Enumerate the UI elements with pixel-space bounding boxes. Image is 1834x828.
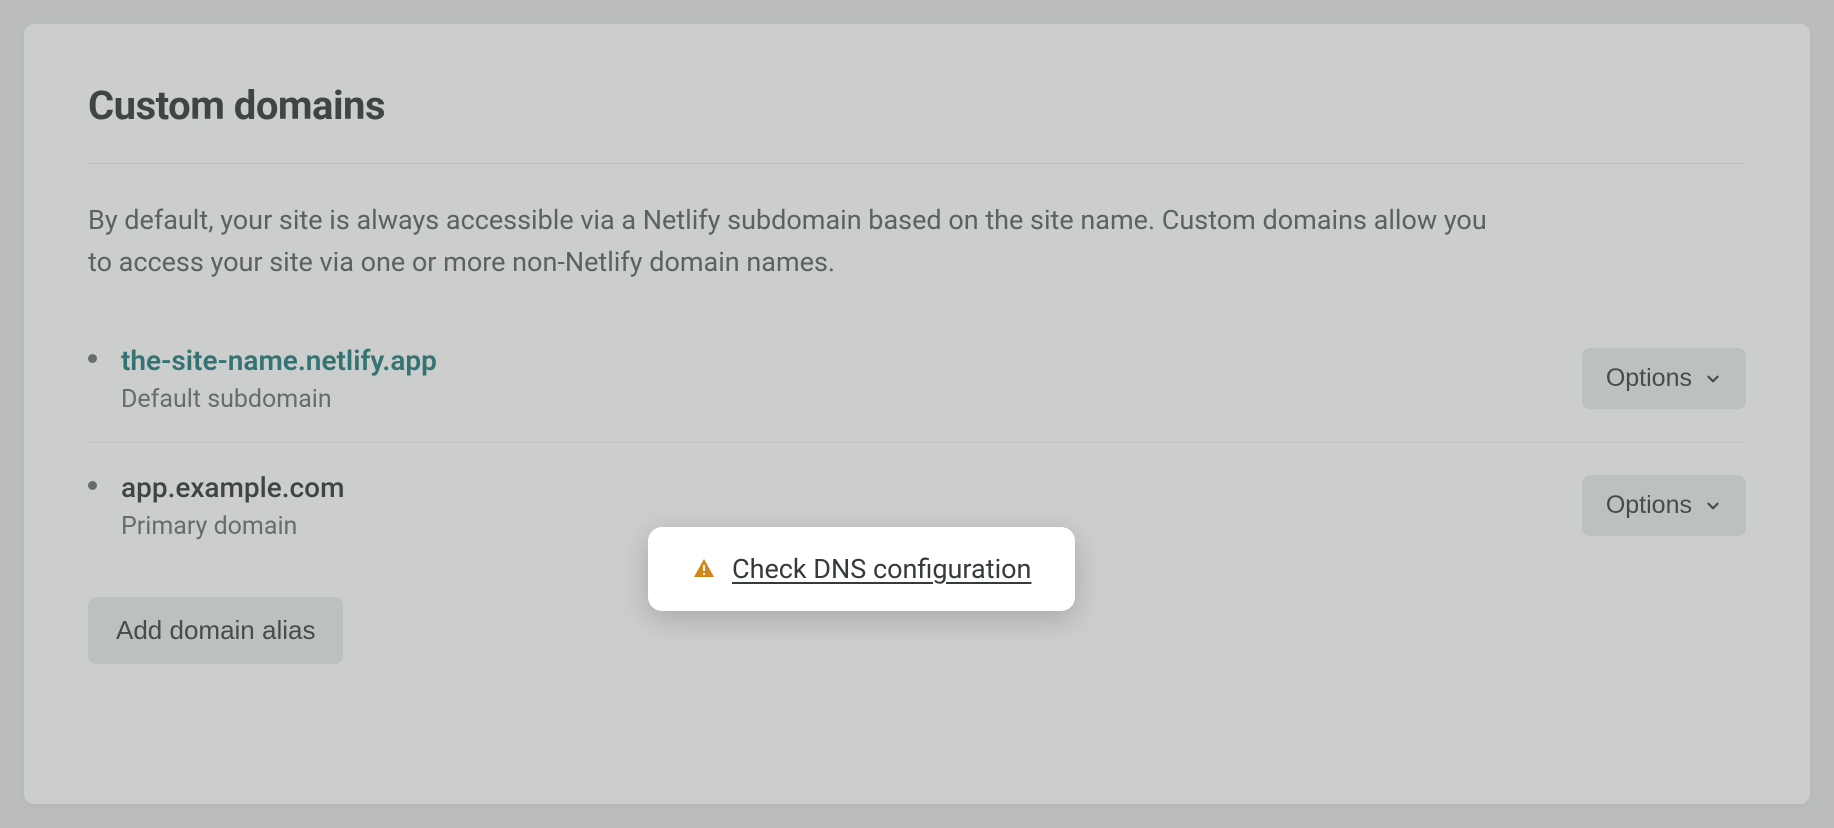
domain-subtitle: Default subdomain	[121, 385, 541, 414]
bullet-icon	[88, 354, 97, 363]
options-button-label: Options	[1606, 491, 1692, 520]
domain-name-link[interactable]: the-site-name.netlify.app	[121, 344, 541, 377]
chevron-down-icon	[1704, 497, 1722, 515]
custom-domains-card: Custom domains By default, your site is …	[24, 24, 1810, 804]
chevron-down-icon	[1704, 370, 1722, 388]
domain-info: the-site-name.netlify.app Default subdom…	[121, 344, 541, 414]
check-dns-configuration-button[interactable]: Check DNS configuration	[648, 527, 1075, 611]
options-button[interactable]: Options	[1582, 348, 1746, 409]
domain-row: the-site-name.netlify.app Default subdom…	[88, 344, 1746, 443]
domain-info: app.example.com Primary domain	[121, 471, 541, 541]
domain-name-link[interactable]: app.example.com	[121, 471, 541, 504]
section-description: By default, your site is always accessib…	[88, 200, 1488, 284]
bullet-icon	[88, 481, 97, 490]
options-button[interactable]: Options	[1582, 475, 1746, 536]
domain-subtitle: Primary domain	[121, 512, 541, 541]
section-title: Custom domains	[88, 82, 1746, 164]
check-dns-configuration-label: Check DNS configuration	[732, 553, 1031, 585]
options-button-label: Options	[1606, 364, 1692, 393]
add-domain-alias-button[interactable]: Add domain alias	[88, 597, 343, 664]
warning-triangle-icon	[692, 557, 716, 581]
